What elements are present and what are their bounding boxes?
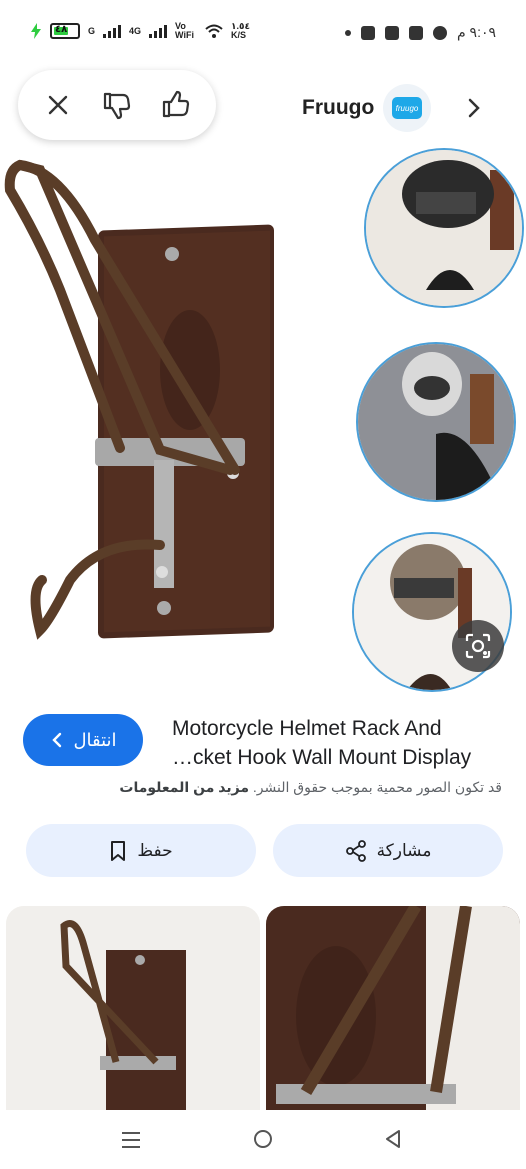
status-bar: ٤٨ G 4G Vo WiFi ١.٥٤ K/S ٩:٠٩ م: [0, 0, 526, 66]
related-image-1[interactable]: [6, 906, 260, 1136]
share-button-label: مشاركة: [376, 840, 432, 860]
product-title-line-2: …cket Hook Wall Mount Display: [172, 746, 472, 769]
network-label-2: 4G: [129, 25, 142, 36]
facebook-icon: [384, 25, 399, 40]
charging-icon: [31, 23, 41, 39]
status-left: ٤٨ G 4G Vo WiFi ١.٥٤ K/S: [30, 21, 251, 40]
copyright-text: قد تكون الصور محمية بموجب حقوق النشر.: [252, 779, 502, 795]
chrome-helmet-thumbnail-image: [358, 344, 514, 500]
share-icon: [345, 839, 366, 862]
like-button[interactable]: [154, 83, 198, 127]
recent-apps-icon[interactable]: [120, 1130, 142, 1150]
source-name[interactable]: Fruugo: [302, 96, 374, 120]
app-notification-icon: [360, 25, 375, 40]
share-button[interactable]: مشاركة: [273, 824, 503, 877]
related-image-2-graphic: [266, 906, 520, 1136]
save-button[interactable]: حفظ: [26, 824, 256, 877]
back-icon[interactable]: [382, 1128, 404, 1150]
visual-search-button[interactable]: [452, 620, 504, 672]
save-button-label: حفظ: [137, 840, 173, 860]
thumbnail-2[interactable]: [356, 342, 516, 502]
more-info-link[interactable]: مزيد من المعلومات: [119, 779, 249, 795]
signal-icon-2: [149, 24, 168, 38]
network-label-1: G: [88, 25, 96, 36]
thumbs-down-icon: [103, 92, 131, 120]
copyright-notice: قد تكون الصور محمية بموجب حقوق النشر. مز…: [119, 779, 502, 796]
thumbnail-1[interactable]: [364, 148, 524, 308]
visit-button[interactable]: انتقال: [23, 714, 143, 766]
bookmark-icon: [111, 840, 126, 861]
close-button[interactable]: [36, 83, 80, 127]
notification-dot-icon: [344, 29, 351, 36]
product-title-line-1: Motorcycle Helmet Rack And: [172, 717, 442, 740]
feedback-pill: [18, 70, 216, 140]
navigation-bar: [0, 1110, 526, 1169]
source-logo[interactable]: fruugo: [383, 84, 431, 132]
visit-button-label: انتقال: [73, 729, 117, 750]
thumbs-up-icon: [163, 90, 190, 118]
chevron-right-icon[interactable]: [462, 96, 486, 120]
wifi-icon: [205, 24, 223, 38]
helmet-thumbnail-image: [366, 150, 522, 306]
youtube-icon: [408, 25, 423, 40]
clock: ٩:٠٩ م: [456, 24, 496, 40]
lens-icon: [465, 633, 491, 659]
dislike-button[interactable]: [95, 83, 139, 127]
chat-icon: [432, 25, 447, 40]
related-image-2[interactable]: [266, 906, 520, 1136]
net-speed: ١.٥٤ K/S: [231, 21, 251, 40]
source-logo-badge: fruugo: [392, 97, 422, 119]
volte-label: Vo WiFi: [175, 21, 194, 40]
signal-icon-1: [103, 24, 122, 38]
product-title[interactable]: Motorcycle Helmet Rack And …cket Hook Wa…: [172, 714, 502, 772]
battery-icon: ٤٨: [50, 23, 80, 39]
chevron-left-icon: [52, 732, 62, 748]
related-image-1-graphic: [6, 906, 260, 1136]
close-icon: [48, 95, 67, 115]
main-product-image[interactable]: [0, 150, 290, 650]
home-icon[interactable]: [252, 1128, 274, 1150]
status-right: ٩:٠٩ م: [344, 24, 496, 41]
